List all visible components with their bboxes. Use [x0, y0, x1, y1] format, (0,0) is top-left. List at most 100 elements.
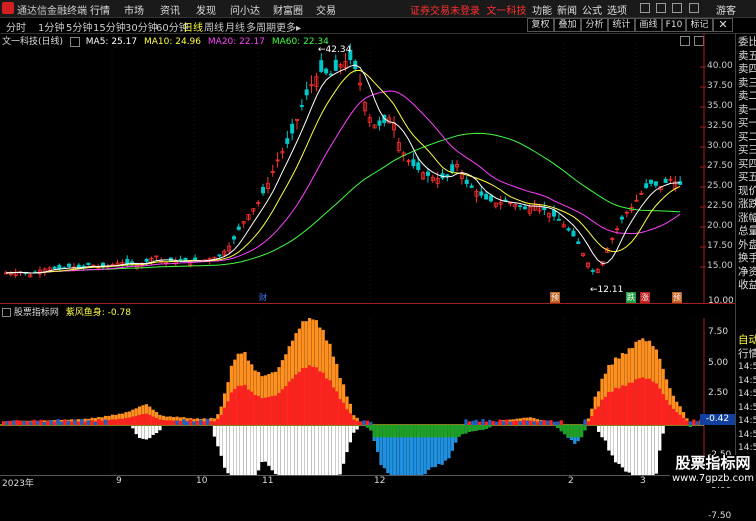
candle-body[interactable] [450, 164, 455, 173]
menu-market[interactable]: 市场 [124, 2, 144, 17]
close-icon[interactable]: ✕ [713, 18, 733, 32]
side-label-11: 现价 [738, 184, 756, 197]
period-toolbar: 分时 1分钟 5分钟 15分钟 30分钟 60分钟 日线 周线 月线 多周期 更… [0, 18, 756, 34]
candle-body[interactable] [571, 230, 576, 237]
candle-body[interactable] [590, 270, 595, 272]
candle-body[interactable] [411, 159, 416, 167]
candle-body[interactable] [542, 207, 547, 211]
candle-body[interactable] [619, 216, 624, 220]
menu-wealth[interactable]: 财富圈 [273, 2, 303, 17]
event-marker-rise[interactable]: 涨 [640, 292, 650, 303]
menu-news[interactable]: 资讯 [160, 2, 180, 17]
overlay-button[interactable]: 叠加 [554, 18, 581, 32]
event-marker-forecast-2[interactable]: 预 [672, 292, 682, 303]
candle-body[interactable] [217, 254, 222, 257]
candle-body[interactable] [445, 174, 450, 177]
tab-more[interactable]: 更多▸ [276, 19, 301, 34]
candle-body[interactable] [144, 258, 149, 262]
candle-body[interactable] [86, 262, 91, 265]
candle-body[interactable] [285, 138, 290, 144]
restore-rights-button[interactable]: 复权 [527, 18, 554, 32]
candle-body[interactable] [663, 178, 668, 183]
tab-multi-period[interactable]: 多周期 [246, 19, 276, 34]
candle-body[interactable] [304, 89, 309, 96]
tab-weekly[interactable]: 周线 [204, 19, 224, 34]
candle-body[interactable] [290, 123, 295, 134]
f10-button[interactable]: F10 [662, 18, 686, 32]
settings-icon[interactable] [688, 3, 699, 13]
statistics-button[interactable]: 统计 [608, 18, 635, 32]
candle-body[interactable] [556, 218, 561, 221]
event-marker-fall[interactable]: 跌 [626, 292, 636, 303]
histogram-bar-small [90, 420, 94, 425]
candle-body[interactable] [518, 205, 523, 208]
candle-body[interactable] [552, 209, 557, 217]
indicator-collapse-icon[interactable] [2, 308, 11, 317]
monitor-icon[interactable] [656, 3, 667, 13]
candle-body[interactable] [67, 263, 72, 267]
candle-body[interactable] [464, 179, 469, 184]
candle-body[interactable] [377, 120, 382, 126]
candle-body[interactable] [469, 185, 474, 188]
histogram-bar-small [93, 421, 97, 425]
candle-body[interactable] [333, 59, 338, 71]
candle-body[interactable] [324, 68, 329, 74]
side-time-1[interactable]: 行情 [738, 348, 756, 361]
candle-body[interactable] [52, 266, 57, 269]
candle-body[interactable] [522, 206, 527, 210]
candle-body[interactable] [649, 179, 654, 184]
menu-function[interactable]: 功能 [532, 2, 552, 17]
histogram-bar-red [600, 399, 604, 425]
candle-body[interactable] [236, 226, 241, 230]
candle-body[interactable] [644, 183, 649, 188]
event-marker-finance[interactable]: 财 [258, 292, 268, 303]
mark-button[interactable]: 标记 [686, 18, 713, 32]
side-label-8: 买三 [738, 144, 756, 156]
menu-discover[interactable]: 发现 [196, 2, 216, 17]
candle-body[interactable] [299, 105, 304, 107]
candlestick-chart[interactable] [0, 34, 735, 304]
candle-body[interactable] [653, 181, 658, 186]
menu-options[interactable]: 选项 [607, 2, 627, 17]
analysis-button[interactable]: 分析 [581, 18, 608, 32]
draw-line-button[interactable]: 画线 [635, 18, 662, 32]
candle-body[interactable] [231, 236, 236, 240]
menu-quotes[interactable]: 行情 [90, 2, 110, 17]
histogram-bar-white [355, 426, 359, 430]
candle-body[interactable] [479, 191, 484, 196]
candle-body[interactable] [125, 258, 130, 264]
histogram-bar-white [648, 426, 652, 475]
quote-side-panel: 委比 卖五 卖四 卖三 卖二 卖一 买一 买二 买三 买四 买五 现价 涨跌 涨幅 总量 外盘 换手 净资 收益 自动… [735, 34, 756, 480]
candle-body[interactable] [566, 228, 571, 231]
menu-newsfeed[interactable]: 新闻 [557, 2, 577, 17]
event-marker-forecast[interactable]: 预 [550, 292, 560, 303]
candle-body[interactable] [261, 186, 266, 194]
tab-15min[interactable]: 15分钟 [93, 19, 126, 34]
tab-timeshare[interactable]: 分时 [6, 19, 26, 34]
tab-1min[interactable]: 1分钟 [38, 19, 64, 34]
menu-formula[interactable]: 公式 [582, 2, 602, 17]
candle-body[interactable] [576, 241, 581, 245]
histogram-bar-small [97, 419, 101, 425]
guest-user[interactable]: 游客 [716, 2, 736, 17]
tab-monthly[interactable]: 月线 [225, 19, 245, 34]
tab-30min[interactable]: 30分钟 [125, 19, 158, 34]
login-status[interactable]: 证券交易未登录 文一科技 [410, 2, 526, 17]
menu-ask[interactable]: 问小达 [230, 2, 260, 17]
candle-body[interactable] [484, 193, 489, 200]
histogram-bar-green [471, 425, 475, 432]
layout-icon[interactable] [640, 3, 650, 13]
candle-body[interactable] [488, 195, 493, 202]
menu-trade[interactable]: 交易 [316, 2, 336, 17]
histogram-bar-white [287, 426, 291, 475]
indicator-histogram[interactable] [0, 318, 735, 475]
indicator-tick-label: 7.50 [708, 326, 729, 337]
candle-body[interactable] [425, 171, 430, 176]
tab-daily[interactable]: 日线 [183, 19, 203, 34]
candle-body[interactable] [416, 162, 421, 170]
tab-5min[interactable]: 5分钟 [66, 19, 92, 34]
side-time-0[interactable]: 自动 [738, 334, 756, 347]
histogram-bar-red [267, 396, 271, 425]
chat-icon[interactable] [672, 3, 683, 13]
candle-body[interactable] [319, 60, 324, 72]
